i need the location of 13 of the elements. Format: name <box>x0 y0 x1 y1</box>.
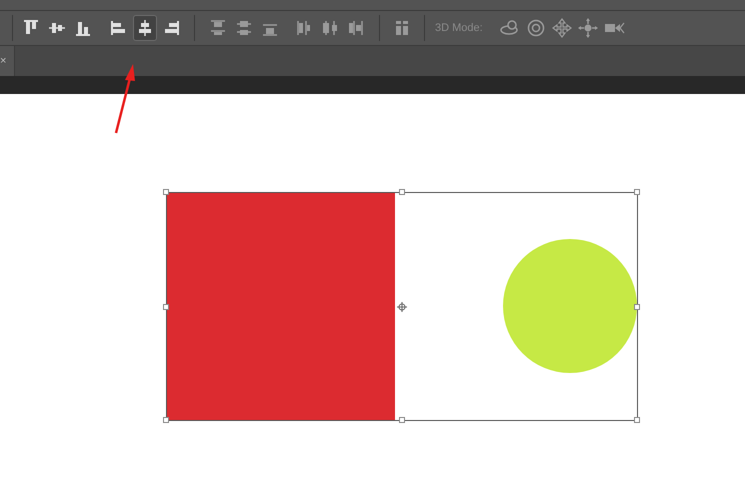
transform-handle[interactable] <box>163 304 169 310</box>
transform-handle[interactable] <box>634 304 640 310</box>
transform-handle[interactable] <box>163 189 169 195</box>
transform-handle[interactable] <box>399 189 405 195</box>
transform-handle[interactable] <box>163 417 169 423</box>
transform-handle[interactable] <box>399 417 405 423</box>
align-button[interactable] <box>133 15 157 41</box>
close-button[interactable]: × <box>0 56 6 66</box>
transform-handle[interactable] <box>634 189 640 195</box>
move-icon <box>576 17 599 39</box>
pan-icon <box>550 17 573 39</box>
transform-handle[interactable] <box>634 417 640 423</box>
reference-point-icon[interactable] <box>396 302 408 312</box>
